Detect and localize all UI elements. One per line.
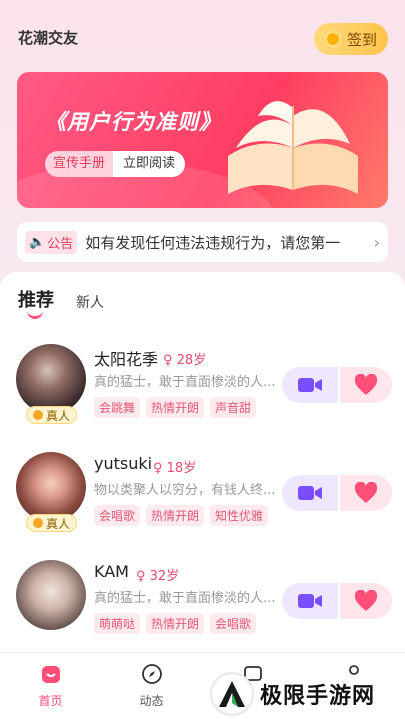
tag-row: 会跳舞 热情开朗 声音甜 [94, 397, 257, 418]
banner-title: 《用户行为准则》 [45, 110, 221, 134]
tab-feed-label: 动态 [139, 694, 164, 708]
announcement-bar[interactable]: 🔈 公告 如有发现任何违法违规行为，请您第一 › [17, 222, 388, 262]
announcement-text: 如有发现任何违法违规行为，请您第一 [85, 233, 341, 252]
sun-icon [33, 518, 43, 528]
checkin-button[interactable]: 签到 [314, 23, 388, 55]
user-name: 太阳花季 [94, 350, 159, 369]
heart-icon [354, 374, 378, 395]
chevron-right-icon[interactable]: › [374, 233, 380, 252]
user-name: KAM [94, 562, 129, 581]
age-label: 28岁 [176, 353, 207, 368]
checkin-label: 签到 [346, 30, 377, 49]
video-call-button[interactable] [282, 583, 338, 619]
verified-label: 真人 [46, 516, 71, 531]
tab-home[interactable]: 首页 [0, 653, 101, 720]
banner-pill-label: 宣传手册 [45, 151, 114, 177]
compass-icon [141, 664, 162, 684]
tag: 热情开朗 [146, 505, 205, 526]
watermark-text: 极限手游网 [260, 684, 376, 709]
home-icon [41, 666, 60, 683]
age-label: 32岁 [149, 569, 180, 584]
age-label: 18岁 [166, 461, 197, 476]
tab-home-label: 首页 [38, 694, 63, 708]
list-item[interactable]: 真人 太阳花季 ♀ 28岁 真的猛士，敢于直面惨淡的人... 会跳舞 热情开朗 … [16, 344, 392, 434]
tag: 热情开朗 [146, 397, 205, 418]
video-call-button[interactable] [282, 475, 338, 511]
banner-pill[interactable]: 宣传手册 立即阅读 [45, 151, 186, 177]
avatar[interactable] [16, 452, 86, 522]
list-tabs: 推荐 新人 [18, 286, 104, 319]
tag: 会唱歌 [210, 613, 257, 634]
like-button[interactable] [340, 475, 392, 511]
video-call-button[interactable] [282, 367, 338, 403]
age-badge: ♀ 32岁 [136, 565, 179, 584]
avatar[interactable] [16, 344, 86, 414]
user-bio: 物以类聚人以穷分，有钱人终... [94, 483, 274, 498]
tag-row: 会唱歌 热情开朗 知性优雅 [94, 505, 269, 526]
video-camera-icon [298, 378, 322, 392]
list-item[interactable]: 真人 yutsuki ♀ 18岁 物以类聚人以穷分，有钱人终... 会唱歌 热情… [16, 452, 392, 542]
tab-recommend[interactable]: 推荐 [18, 286, 54, 319]
tag: 声音甜 [210, 397, 257, 418]
watermark: 极限手游网 [210, 668, 405, 720]
age-badge: ♀ 18岁 [153, 457, 196, 476]
like-button[interactable] [340, 367, 392, 403]
speaker-icon: 🔈 [29, 234, 46, 250]
video-camera-icon [298, 486, 322, 500]
verified-badge: 真人 [26, 406, 78, 424]
tab-feed[interactable]: 动态 [101, 653, 202, 720]
verified-badge: 真人 [26, 514, 78, 532]
list-item[interactable]: KAM ♀ 32岁 真的猛士，敢于直面惨淡的人... 萌萌哒 热情开朗 会唱歌 [16, 560, 392, 650]
app-title: 花潮交友 [18, 29, 79, 47]
verified-label: 真人 [46, 408, 71, 423]
tag: 知性优雅 [210, 505, 269, 526]
open-book-icon [228, 101, 358, 194]
top-bar: 花潮交友 签到 [0, 0, 405, 70]
user-bio: 真的猛士，敢于直面惨淡的人... [94, 591, 274, 606]
guidelines-banner[interactable]: 《用户行为准则》 宣传手册 立即阅读 [17, 72, 388, 208]
read-now-button[interactable]: 立即阅读 [113, 151, 186, 177]
watermark-logo-icon [210, 672, 254, 716]
tab-new[interactable]: 新人 [76, 292, 104, 312]
heart-icon [354, 590, 378, 611]
sun-icon [33, 410, 43, 420]
user-bio: 真的猛士，敢于直面惨淡的人... [94, 375, 274, 390]
tag: 会跳舞 [94, 397, 141, 418]
avatar[interactable] [16, 560, 86, 630]
coin-icon [324, 31, 341, 47]
gender-female-icon: ♀ [136, 569, 150, 584]
announcement-badge-label: 公告 [47, 236, 74, 252]
announcement-badge: 🔈 公告 [25, 230, 78, 254]
age-badge: ♀ 28岁 [163, 349, 206, 368]
like-button[interactable] [340, 583, 392, 619]
tag: 热情开朗 [146, 613, 205, 634]
user-list-panel: 推荐 新人 真人 太阳花季 ♀ 28岁 真的猛士，敢于直面惨淡的人... 会跳舞… [0, 272, 405, 652]
gender-female-icon: ♀ [153, 461, 167, 476]
user-name: yutsuki [94, 454, 153, 473]
heart-icon [354, 482, 378, 503]
gender-female-icon: ♀ [163, 353, 177, 368]
tag: 会唱歌 [94, 505, 141, 526]
tag-row: 萌萌哒 热情开朗 会唱歌 [94, 613, 257, 634]
tag: 萌萌哒 [94, 613, 141, 634]
video-camera-icon [298, 594, 322, 608]
